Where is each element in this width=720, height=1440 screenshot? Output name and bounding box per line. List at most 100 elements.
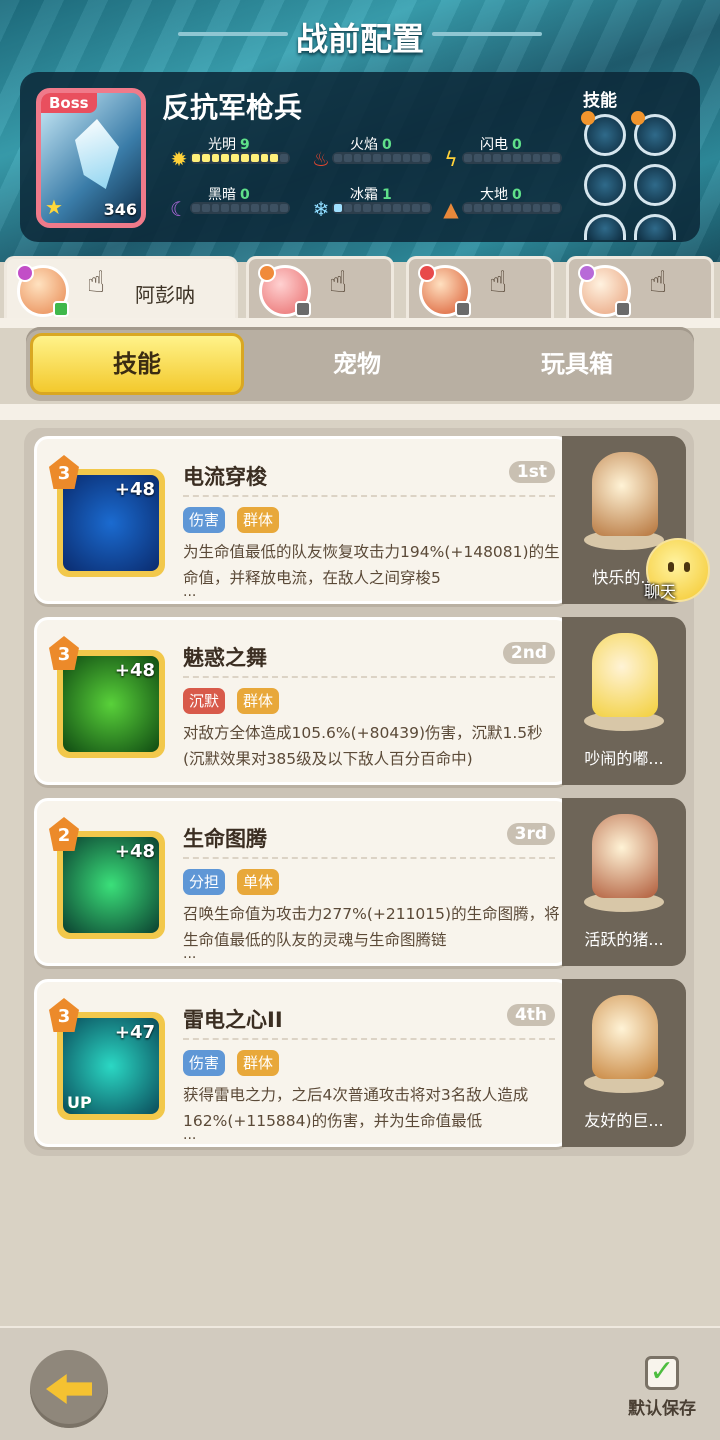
- pet-figure: [592, 633, 658, 717]
- hero-tab-1[interactable]: ☝ 阿彭呐: [4, 256, 238, 320]
- skill-tag: 分担: [183, 869, 226, 895]
- skill-upgrade-label: UP: [67, 1093, 92, 1112]
- avatar: [16, 264, 69, 317]
- default-save-toggle[interactable]: ✓ 默认保存: [622, 1356, 702, 1419]
- skill-icon[interactable]: 3 +47 UP: [49, 998, 165, 1120]
- element-bar: [462, 202, 562, 214]
- hero-tab-3[interactable]: ☝: [406, 256, 554, 320]
- default-save-label: 默认保存: [628, 1399, 696, 1419]
- hero-skill-icon[interactable]: [584, 214, 626, 240]
- pet-figure: [592, 452, 658, 536]
- avatar: [258, 264, 311, 317]
- element-bar: [332, 152, 432, 164]
- hero-info-panel: Boss ★ 346 反抗军枪兵 光明 9 ✹ 火焰 0 ♨ 闪电 0 ϟ 黑暗 0 ☾…: [20, 72, 700, 242]
- chat-badge-icon: [53, 301, 69, 317]
- element-value: 1: [382, 187, 392, 203]
- hero-banner: 战前配置 Boss ★ 346 反抗军枪兵 光明 9 ✹ 火焰 0 ♨ 闪电 0 ϟ …: [0, 0, 720, 262]
- tap-hand-icon: ☝: [329, 265, 348, 300]
- tap-hand-icon: ☝: [87, 265, 106, 300]
- flame-icon: ♨: [312, 147, 330, 171]
- element-label: 光明: [208, 137, 236, 153]
- tab-skills[interactable]: 技能: [30, 333, 244, 395]
- tab-toybox[interactable]: 玩具箱: [470, 333, 684, 395]
- back-arrow-icon: [46, 1374, 92, 1404]
- skill-tag: 单体: [237, 869, 280, 895]
- skill-card[interactable]: 3 +48 电流穿梭 1st 伤害 群体 为生命值最低的队友恢复攻击力194%(+…: [34, 436, 570, 604]
- skill-description: 获得雷电之力，之后4次普通攻击将对3名敌人造成162%(+115884)的伤害，…: [183, 1086, 529, 1130]
- hero-skill-icon[interactable]: [631, 111, 676, 156]
- skill-level: +48: [114, 841, 155, 862]
- element-value: 0: [512, 187, 522, 203]
- skill-rank-badge: 3: [49, 636, 79, 670]
- hero-skill-icon[interactable]: [634, 214, 676, 240]
- pet-name: 活跃的猪...: [584, 930, 664, 949]
- hero-skill-icon[interactable]: [584, 164, 626, 206]
- skill-order-badge: 3rd: [506, 823, 555, 845]
- skill-order-badge: 2nd: [502, 642, 555, 664]
- element-bar: [190, 202, 290, 214]
- pet-name: 吵闹的嘟...: [584, 749, 664, 768]
- moon-icon: ☾: [170, 197, 188, 221]
- element-value: 0: [382, 137, 392, 153]
- chat-label[interactable]: 聊天: [644, 578, 676, 602]
- hero-power: 346: [103, 200, 137, 219]
- skill-description-more: ...: [183, 584, 197, 600]
- hero-portrait[interactable]: Boss ★ 346: [36, 88, 146, 228]
- skill-description: 召唤生命值为攻击力277%(+211015)的生命图腾，将生命值最低的队友的灵魂…: [183, 905, 560, 949]
- pet-slot[interactable]: 活跃的猪...: [562, 798, 686, 966]
- lightning-icon: ϟ: [444, 147, 458, 171]
- skill-name: 生命图腾: [183, 827, 267, 851]
- checkbox-checked-icon[interactable]: ✓: [645, 1356, 679, 1390]
- skill-tag: 群体: [237, 507, 280, 533]
- element-dark: 黑暗 0 ☾: [168, 184, 298, 224]
- skill-icon[interactable]: 3 +48: [49, 455, 165, 577]
- pet-figure: [592, 814, 658, 898]
- skill-card[interactable]: 2 +48 生命图腾 3rd 分担 单体 召唤生命值为攻击力277%(+21101…: [34, 798, 570, 966]
- pet-slot[interactable]: 吵闹的嘟...: [562, 617, 686, 785]
- element-label: 冰霜: [350, 187, 378, 203]
- skill-card[interactable]: 3 +47 UP 雷电之心II 4th 伤害 群体 获得雷电之力，之后4次普通攻击…: [34, 979, 570, 1147]
- pet-slot[interactable]: 友好的巨...: [562, 979, 686, 1147]
- hero-tab-2[interactable]: ☝: [246, 256, 394, 320]
- skill-order-badge: 1st: [508, 461, 555, 483]
- skill-name: 魅惑之舞: [183, 646, 267, 670]
- hero-tab-bar: ☝ 阿彭呐 ☝ ☝ ☝: [0, 256, 720, 322]
- skill-name: 雷电之心II: [183, 1008, 283, 1032]
- skill-tag: 沉默: [183, 688, 226, 714]
- skill-name: 电流穿梭: [183, 465, 267, 489]
- footer-bar: ✓ 默认保存: [0, 1326, 720, 1440]
- skill-order-badge: 4th: [506, 1004, 555, 1026]
- back-button[interactable]: [30, 1350, 108, 1428]
- element-fire: 火焰 0 ♨: [310, 134, 440, 174]
- skill-rank-badge: 3: [49, 455, 79, 489]
- hero-skill-icon[interactable]: [634, 164, 676, 206]
- element-light: 光明 9 ✹: [168, 134, 298, 174]
- hero-tab-4[interactable]: ☝: [566, 256, 714, 320]
- skill-tag: 伤害: [183, 1050, 226, 1076]
- hero-skill-icon[interactable]: [581, 111, 626, 156]
- avatar: [578, 264, 631, 317]
- skill-icon[interactable]: 2 +48: [49, 817, 165, 939]
- earth-icon: ▲: [443, 197, 459, 221]
- element-value: 0: [512, 137, 522, 153]
- skill-rank-badge: 3: [49, 998, 79, 1032]
- tab-pets[interactable]: 宠物: [250, 333, 464, 395]
- avatar: [418, 264, 471, 317]
- element-value: 9: [240, 137, 250, 153]
- tap-hand-icon: ☝: [489, 265, 508, 300]
- element-label: 火焰: [350, 137, 378, 153]
- skill-card[interactable]: 3 +48 魅惑之舞 2nd 沉默 群体 对敌方全体造成105.6%(+80439…: [34, 617, 570, 785]
- boss-badge: Boss: [41, 93, 97, 113]
- skill-icon[interactable]: 3 +48: [49, 636, 165, 758]
- hero-tab-name: 阿彭呐: [135, 283, 195, 307]
- skill-level: +48: [114, 479, 155, 500]
- skill-rank-badge: 2: [49, 817, 79, 851]
- element-value: 0: [240, 187, 250, 203]
- skill-description-more: ...: [183, 1127, 197, 1143]
- element-bar: [462, 152, 562, 164]
- element-label: 黑暗: [208, 187, 236, 203]
- element-bar: [332, 202, 432, 214]
- skill-tag: 伤害: [183, 507, 226, 533]
- snowflake-icon: ❄: [312, 197, 330, 221]
- page-title: 战前配置: [295, 20, 424, 58]
